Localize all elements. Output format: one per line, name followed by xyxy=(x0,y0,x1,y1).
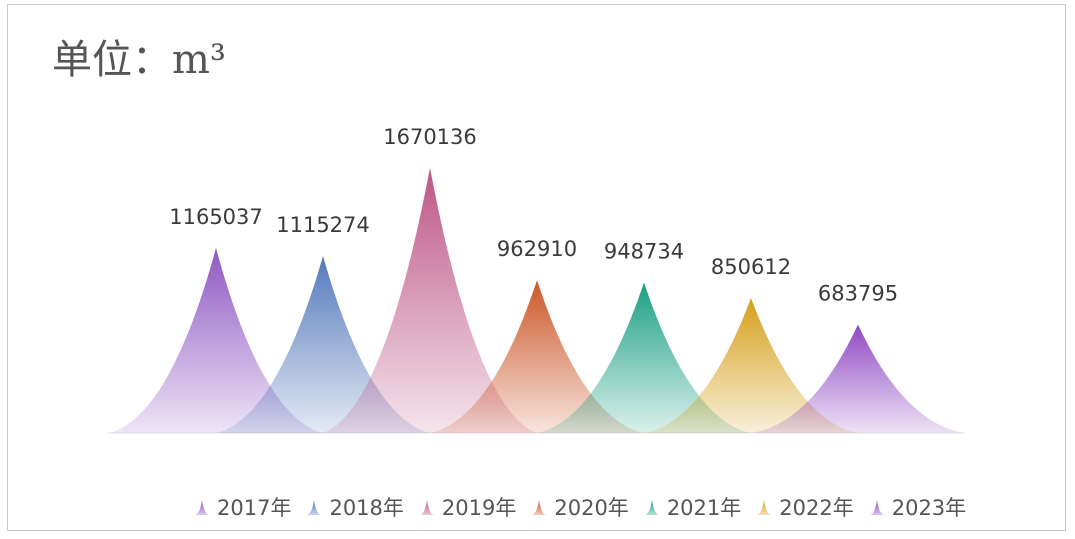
data-label-2020年: 962910 xyxy=(497,237,577,261)
chart-plot: 1165037 1115274 1670136 962910 948734 850612 6… xyxy=(108,125,965,434)
legend-label: 2022年 xyxy=(779,496,854,520)
legend-marker-icon xyxy=(869,500,884,515)
legend-item-2017年: 2017年 xyxy=(195,492,291,522)
legend-item-2023年: 2023年 xyxy=(869,492,967,522)
legend-label: 2023年 xyxy=(891,496,967,520)
data-label-2018年: 1115274 xyxy=(276,213,370,237)
legend-label: 2020年 xyxy=(554,496,629,520)
legend-item-2018年: 2018年 xyxy=(307,492,404,522)
legend-label: 2019年 xyxy=(441,496,517,520)
legend-marker-icon xyxy=(307,500,322,515)
data-label-2023年: 683795 xyxy=(818,282,898,306)
legend-marker-icon xyxy=(419,500,434,515)
legend-item-2021年: 2021年 xyxy=(644,492,742,522)
data-label-2017年: 1165037 xyxy=(169,205,263,229)
legend-marker-icon xyxy=(195,500,209,515)
legend-marker-icon xyxy=(757,500,772,515)
data-label-2019年: 1670136 xyxy=(383,125,477,149)
legend-marker-icon xyxy=(532,500,547,515)
legend-marker-icon xyxy=(644,500,659,515)
legend-label: 2018年 xyxy=(329,496,404,520)
labels-layer: 1165037 1115274 1670136 962910 948734 850612 6… xyxy=(169,125,898,306)
legend-label: 2021年 xyxy=(666,496,742,520)
legend: 2017年 2018年 2019年 2020年 2021年 2022年 2023年 xyxy=(195,490,966,524)
data-label-2022年: 850612 xyxy=(711,255,791,279)
data-label-2021年: 948734 xyxy=(604,239,684,263)
legend-item-2022年: 2022年 xyxy=(757,492,854,522)
legend-label: 2017年 xyxy=(217,496,292,520)
legend-item-2020年: 2020年 xyxy=(532,492,629,522)
legend-item-2019年: 2019年 xyxy=(419,492,517,522)
